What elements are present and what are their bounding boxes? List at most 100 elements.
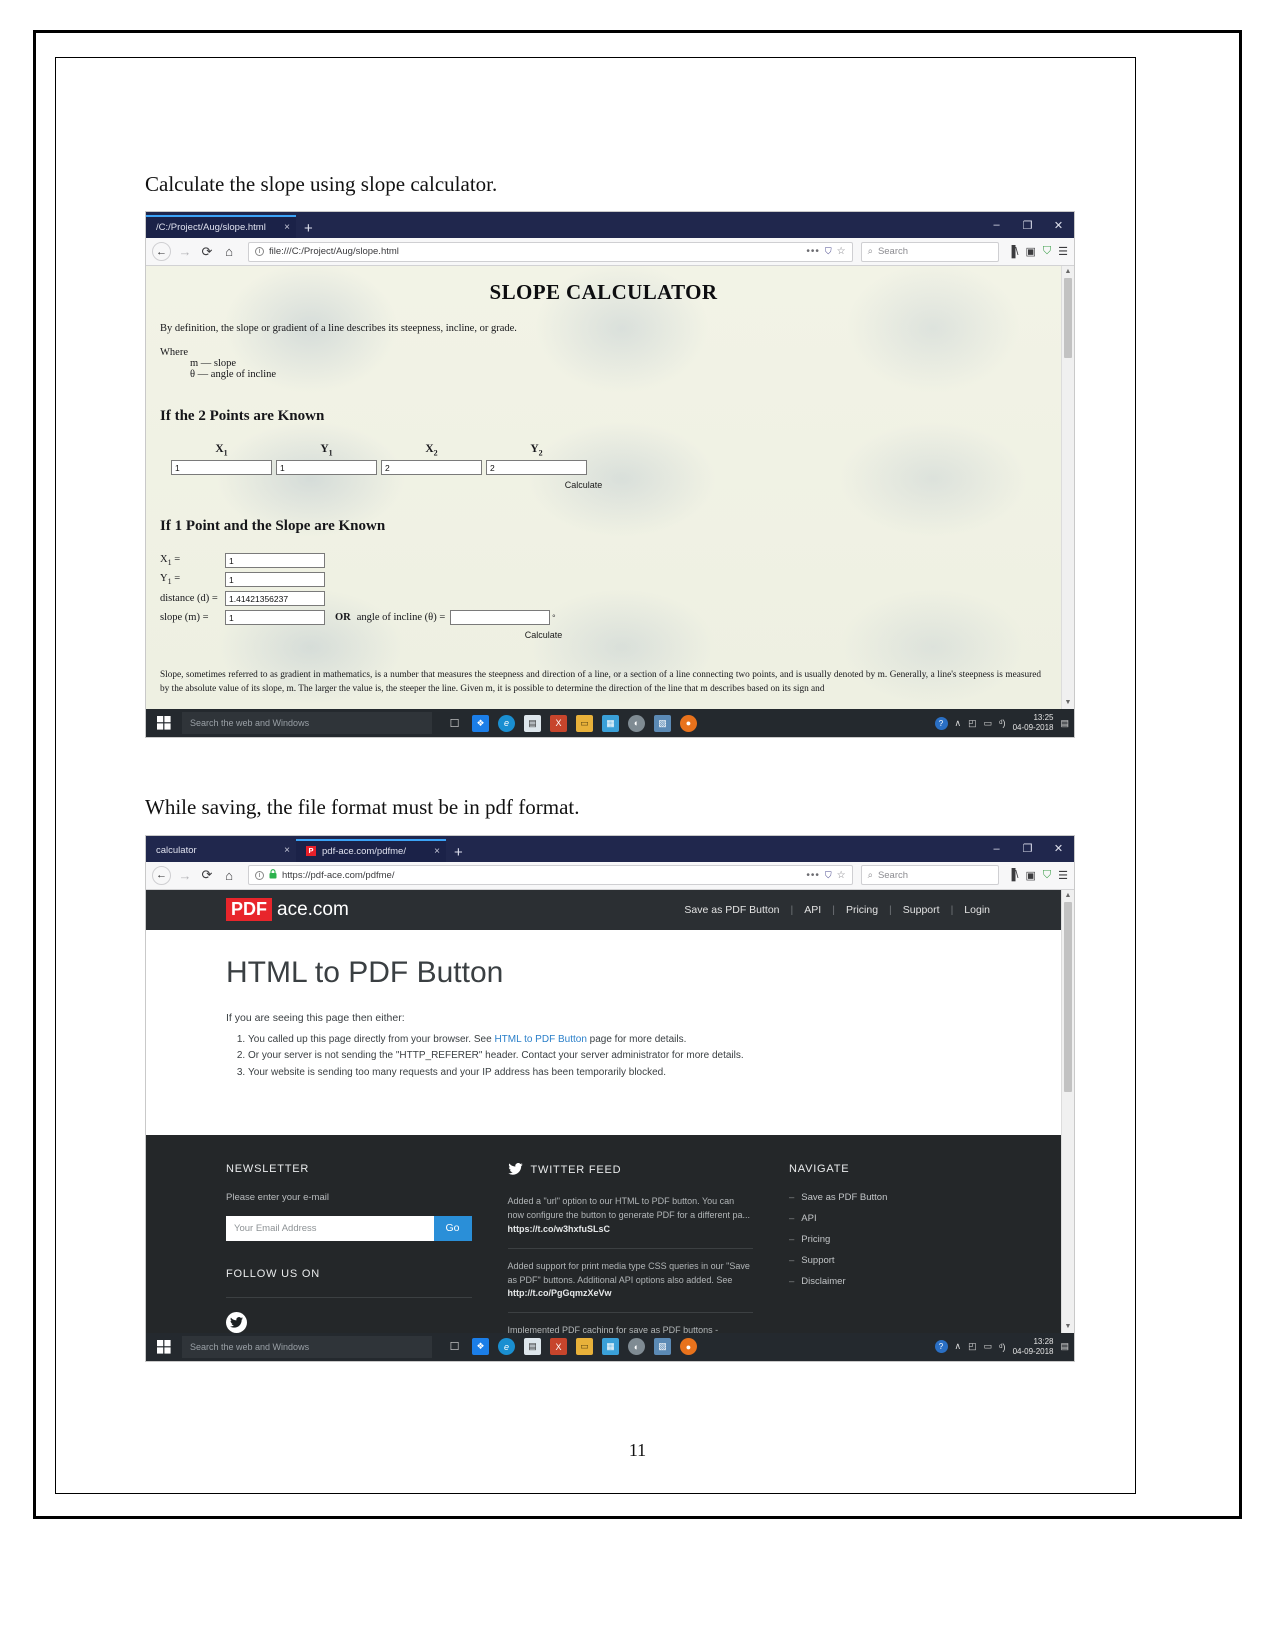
footer-link-pricing[interactable]: Pricing — [789, 1234, 989, 1245]
chrome-alt-icon[interactable]: ◐ — [628, 714, 645, 732]
new-tab-button[interactable]: + — [446, 845, 473, 862]
tweet-link[interactable]: https://t.co — [508, 1224, 554, 1234]
nav-pricing[interactable]: Pricing — [835, 904, 889, 916]
excel-icon[interactable]: X — [550, 714, 567, 732]
dropbox-icon[interactable]: ❖ — [472, 714, 489, 732]
home-icon[interactable]: ⌂ — [218, 241, 240, 263]
close-icon[interactable]: × — [284, 845, 290, 856]
search-input[interactable]: ⌕ Search — [860, 865, 999, 886]
edge-icon[interactable]: e — [498, 714, 515, 732]
tweet-link-tail[interactable]: /PgGqmzXeVw — [549, 1288, 612, 1298]
new-tab-button[interactable]: + — [296, 221, 323, 238]
sidebar-icon[interactable]: ▣ — [1025, 869, 1035, 882]
menu-icon[interactable]: ☰ — [1058, 245, 1068, 258]
help-icon[interactable]: ? — [934, 1340, 948, 1354]
photos-icon[interactable]: ▦ — [602, 1338, 619, 1356]
browser-tab-calculator[interactable]: calculator × — [146, 838, 296, 862]
forward-icon[interactable]: → — [174, 241, 196, 263]
browser-tab-slope[interactable]: /C:/Project/Aug/slope.html × — [146, 215, 296, 239]
nav-login[interactable]: Login — [953, 904, 1001, 916]
photos-icon[interactable]: ▦ — [602, 714, 619, 732]
footer-link-disclaimer[interactable]: Disclaimer — [789, 1276, 989, 1287]
task-view-icon[interactable]: ☐ — [446, 715, 463, 732]
page-actions-icon[interactable]: ••• — [806, 870, 820, 881]
calculate-button-two-points[interactable]: Calculate — [146, 480, 1047, 490]
menu-icon[interactable]: ☰ — [1058, 869, 1068, 882]
vertical-scrollbar[interactable]: ▲ ▼ — [1061, 889, 1074, 1333]
scroll-up-arrow[interactable]: ▲ — [1062, 266, 1074, 278]
volume-icon[interactable]: ᵈ) — [999, 718, 1005, 728]
help-icon[interactable]: ? — [934, 716, 948, 730]
tweet-link-tail[interactable]: /w3hxfuSLsC — [554, 1224, 611, 1234]
bookmark-star-icon[interactable]: ☆ — [837, 870, 846, 881]
nav-save-as-pdf-button[interactable]: Save as PDF Button — [673, 904, 790, 916]
library-icon[interactable]: ▐\ — [1008, 246, 1019, 258]
reload-icon[interactable]: ⟳ — [196, 241, 218, 263]
maximize-button[interactable]: ❐ — [1012, 836, 1043, 862]
page-info-icon[interactable]: i — [255, 870, 264, 880]
back-icon[interactable]: ← — [152, 242, 171, 262]
reload-icon[interactable]: ⟳ — [196, 864, 218, 886]
taskbar-clock[interactable]: 13:25 04-09-2018 — [1013, 713, 1054, 733]
input-x1[interactable]: 1 — [171, 459, 272, 475]
footer-link-api[interactable]: API — [789, 1213, 989, 1224]
sidebar-icon[interactable]: ▣ — [1025, 245, 1035, 258]
input-x2[interactable]: 2 — [381, 459, 482, 475]
chevron-up-icon[interactable]: ∧ — [955, 718, 962, 729]
maximize-button[interactable]: ❐ — [1012, 212, 1043, 238]
volume-icon[interactable]: ᵈ) — [999, 1342, 1005, 1352]
network-icon[interactable]: ◰ — [968, 718, 977, 729]
input-slope[interactable]: 1 — [225, 609, 325, 625]
reader-icon[interactable]: ⛉ — [825, 246, 832, 257]
footer-link-save-as-pdf-button[interactable]: Save as PDF Button — [789, 1192, 989, 1203]
calculate-button-one-point[interactable]: Calculate — [146, 630, 1047, 640]
excel-icon[interactable]: X — [550, 1338, 567, 1356]
address-bar[interactable]: i file:///C:/Project/Aug/slope.html ••• … — [248, 241, 853, 262]
library-icon[interactable]: ▐\ — [1008, 869, 1019, 881]
file-explorer-icon[interactable]: ▭ — [576, 1338, 593, 1356]
action-center-icon[interactable]: ▤ — [1060, 1341, 1069, 1352]
scroll-down-arrow[interactable]: ▼ — [1062, 697, 1074, 709]
task-view-icon[interactable]: ☐ — [446, 1338, 463, 1355]
battery-icon[interactable]: ▭ — [984, 718, 993, 729]
dropbox-icon[interactable]: ❖ — [472, 1338, 489, 1356]
back-icon[interactable]: ← — [152, 865, 171, 885]
notepad-icon[interactable]: ▧ — [654, 1338, 671, 1356]
reader-icon[interactable]: ⛉ — [825, 870, 832, 881]
minimize-button[interactable]: – — [981, 212, 1012, 238]
action-center-icon[interactable]: ▤ — [1060, 718, 1069, 729]
network-icon[interactable]: ◰ — [968, 1341, 977, 1352]
vertical-scrollbar[interactable]: ▲ ▼ — [1061, 266, 1074, 710]
chrome-alt-icon[interactable]: ◐ — [628, 1338, 645, 1356]
input-distance[interactable]: 1.41421356237 — [225, 590, 325, 606]
home-icon[interactable]: ⌂ — [218, 864, 240, 886]
scroll-up-arrow[interactable]: ▲ — [1062, 890, 1074, 902]
tweet-link[interactable]: http://t.co — [508, 1288, 549, 1298]
file-explorer-icon[interactable]: ▭ — [576, 714, 593, 732]
store-icon[interactable]: ▤ — [524, 714, 541, 732]
nav-support[interactable]: Support — [892, 904, 951, 916]
minimize-button[interactable]: – — [981, 836, 1012, 862]
close-icon[interactable]: × — [284, 222, 290, 233]
chevron-up-icon[interactable]: ∧ — [955, 1341, 962, 1352]
bookmark-star-icon[interactable]: ☆ — [837, 246, 846, 257]
scrollbar-thumb[interactable] — [1064, 901, 1072, 1092]
scrollbar-thumb[interactable] — [1064, 278, 1072, 359]
page-info-icon[interactable]: i — [255, 247, 264, 257]
page-actions-icon[interactable]: ••• — [806, 246, 820, 257]
scroll-down-arrow[interactable]: ▼ — [1062, 1321, 1074, 1333]
tracking-shield-icon[interactable]: ⛉ — [1043, 245, 1051, 258]
close-button[interactable]: ✕ — [1043, 836, 1074, 862]
twitter-follow-icon[interactable] — [226, 1311, 247, 1333]
newsletter-go-button[interactable]: Go — [433, 1215, 472, 1241]
taskbar-clock[interactable]: 13:28 04-09-2018 — [1013, 1337, 1054, 1357]
html-to-pdf-button-link[interactable]: HTML to PDF Button — [494, 1034, 586, 1045]
start-button[interactable] — [150, 1333, 178, 1361]
search-input[interactable]: ⌕ Search — [860, 241, 999, 262]
pdface-logo[interactable]: PDF ace.com — [226, 898, 349, 922]
input-y2[interactable]: 2 — [486, 459, 587, 475]
start-button[interactable] — [150, 709, 178, 737]
taskbar-search-input[interactable]: Search the web and Windows — [182, 1335, 432, 1358]
store-icon[interactable]: ▤ — [524, 1338, 541, 1356]
close-button[interactable]: ✕ — [1043, 212, 1074, 238]
